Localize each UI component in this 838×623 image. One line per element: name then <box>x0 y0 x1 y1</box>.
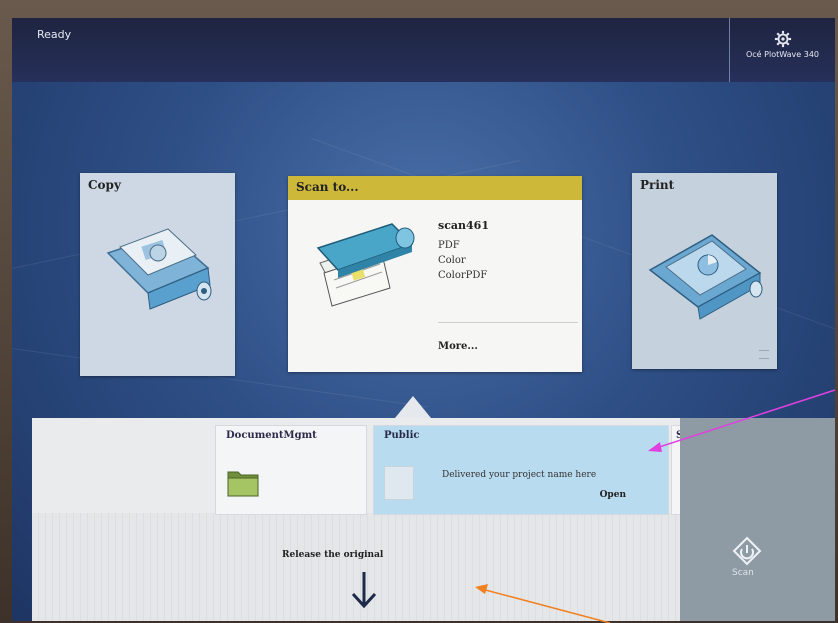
device-name: Océ PlotWave 340 <box>745 50 819 59</box>
scan-setting-template: ColorPDF <box>438 270 488 281</box>
scan-preset: scan461 PDF Color ColorPDF <box>438 218 489 283</box>
destination-name: Public <box>384 430 420 441</box>
arrow-down-icon <box>351 572 377 609</box>
scan-to-card[interactable]: Scan to... scan461 PDF Color ColorPDF Mo… <box>288 176 582 372</box>
divider <box>438 322 578 323</box>
scan-button[interactable]: Scan <box>680 418 835 621</box>
copy-card[interactable]: Copy <box>80 173 235 376</box>
release-original-label: Release the original <box>282 550 384 560</box>
print-card[interactable]: Print <box>632 173 777 369</box>
scan-card-title: Scan to... <box>296 180 359 194</box>
destination-name: DocumentMgmt <box>226 430 317 441</box>
scanner-illustration <box>316 223 415 307</box>
open-button[interactable]: Open <box>600 490 626 500</box>
destination-public[interactable]: Public Delivered your project name here … <box>374 426 668 514</box>
copy-illustration <box>106 228 212 310</box>
scan-button-label: Scan <box>732 568 754 578</box>
selection-pointer <box>395 396 431 418</box>
scan-start-icon <box>732 536 762 566</box>
gear-icon <box>774 30 791 48</box>
scan-card-header: Scan to... <box>288 176 582 200</box>
scan-setting-color: Color <box>438 255 466 266</box>
document-thumbnail <box>384 466 414 500</box>
destination-description: Delivered your project name here <box>442 470 597 480</box>
touch-screen: Ready Océ PlotWave 340 Copy Scan to... s… <box>12 18 835 621</box>
device-settings-button[interactable]: Océ PlotWave 340 <box>729 18 835 82</box>
destination-panel: DocumentMgmt Public Delivered your proje… <box>32 418 687 621</box>
more-button[interactable]: More... <box>438 341 478 352</box>
scan-setting-format: PDF <box>438 240 460 251</box>
destination-documentmgmt[interactable]: DocumentMgmt <box>216 426 366 514</box>
scan-preset-name: scan461 <box>438 219 489 232</box>
top-bar: Ready Océ PlotWave 340 <box>12 18 835 82</box>
menu-lines-icon <box>759 350 769 359</box>
status-text: Ready <box>37 28 72 41</box>
copy-card-title: Copy <box>88 178 121 192</box>
print-illustration <box>648 234 763 320</box>
folder-icon <box>227 471 259 497</box>
print-card-title: Print <box>640 178 675 192</box>
